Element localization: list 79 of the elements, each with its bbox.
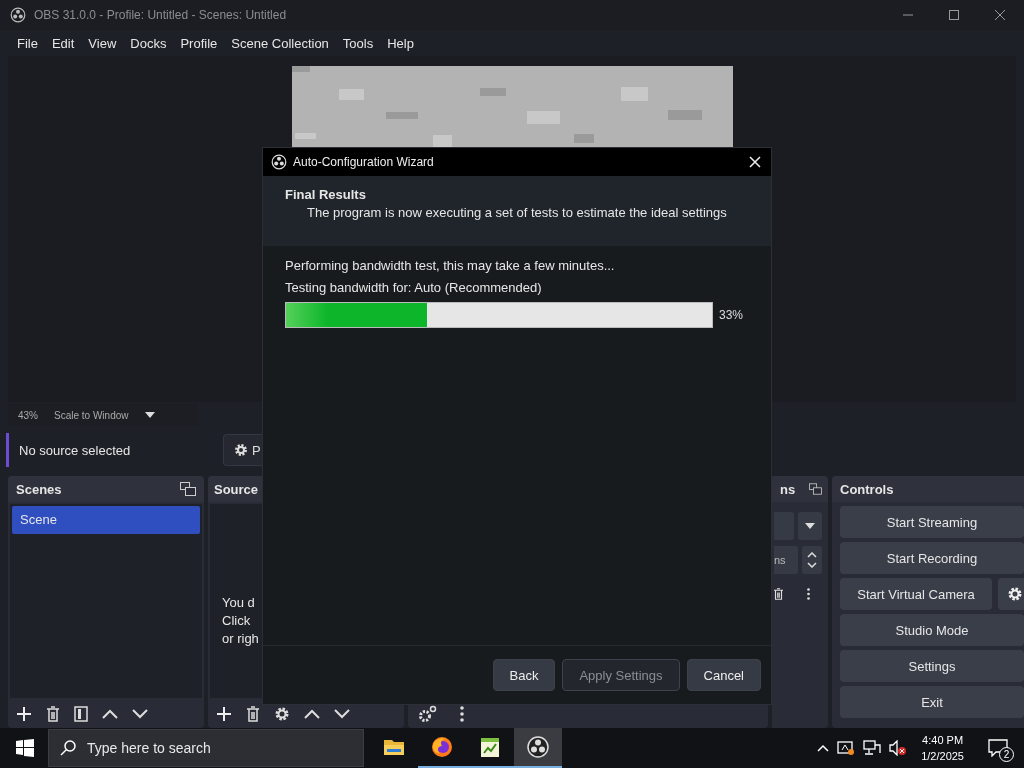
caret-icon [805, 523, 815, 529]
search-icon [59, 739, 77, 757]
menu-item[interactable]: Scene Collection [224, 35, 336, 51]
empty-hint: You d [222, 594, 255, 612]
gears-icon[interactable] [418, 705, 438, 723]
add-icon[interactable] [216, 706, 232, 722]
scale-dropdown[interactable]: Scale to Window [54, 409, 129, 421]
dock-title: Source [214, 481, 259, 497]
menu-item[interactable]: File [10, 35, 45, 51]
search-field[interactable]: Type here to search [48, 729, 364, 767]
trash-icon[interactable] [246, 706, 260, 722]
spin-buttons[interactable] [801, 546, 822, 574]
control-button[interactable]: Exit [840, 686, 1024, 718]
dropdown-button[interactable] [798, 512, 822, 540]
dialog-button[interactable]: Cancel [686, 659, 761, 691]
detail-text: Testing bandwidth for: Auto (Recommended) [285, 280, 543, 295]
logo-icon [271, 154, 287, 170]
control-button[interactable]: Settings [840, 650, 1024, 682]
message-icon [988, 739, 1008, 757]
undock-icon[interactable] [180, 482, 196, 496]
more-icon[interactable] [460, 706, 464, 722]
logo-icon [10, 7, 26, 23]
browser-icon [431, 736, 453, 758]
notifications-button[interactable]: 2 [984, 734, 1012, 762]
dialog-button[interactable]: Back [492, 659, 556, 691]
add-icon[interactable] [16, 706, 32, 722]
gear-icon[interactable] [274, 706, 290, 722]
control-button[interactable]: Start Virtual Camera [840, 578, 992, 610]
dock-title: Scenes [16, 481, 62, 497]
clock-time[interactable]: 4:40 PM [922, 732, 964, 748]
start-icon[interactable] [16, 739, 34, 757]
scene-item[interactable]: Scene [12, 506, 200, 534]
maximize-icon[interactable] [948, 9, 960, 21]
close-icon[interactable] [994, 9, 1006, 21]
undock-icon[interactable] [809, 482, 822, 496]
obs-logo-icon [527, 736, 549, 758]
caret-icon[interactable] [817, 744, 830, 752]
page-subheading: The program is now executing a set of tests to estimate the ideal settings [306, 205, 728, 220]
page-heading: Final Results [285, 187, 367, 202]
empty-hint: Click [222, 612, 251, 630]
dialog-title: Auto-Configuration Wizard [293, 155, 434, 169]
filter-icon[interactable] [74, 706, 88, 722]
window-title: OBS 31.0.0 - Profile: Untitled - Scenes: Untitled [34, 8, 287, 22]
trash-icon[interactable] [774, 586, 783, 602]
zoom-level: 43% [18, 409, 38, 421]
menu-item[interactable]: Help [380, 35, 421, 51]
progress-reading: 33% [719, 308, 744, 322]
settings-button[interactable] [998, 578, 1024, 610]
volume-muted-icon[interactable] [889, 740, 908, 756]
clock-date[interactable]: 1/2/2025 [921, 748, 964, 764]
menu-item[interactable]: View [81, 35, 124, 51]
context-label: No source selected [19, 442, 131, 458]
properties-button[interactable]: P [223, 434, 262, 466]
dock-title: Controls [840, 481, 894, 497]
empty-hint: or righ [222, 630, 259, 648]
more-icon[interactable] [807, 586, 810, 602]
status-text: Performing bandwidth test, this may take a few minutes... [285, 258, 616, 273]
control-button[interactable]: Start Streaming [840, 506, 1024, 538]
menu-item[interactable]: Tools [335, 35, 381, 51]
gear-icon [1007, 586, 1023, 602]
gear-icon [234, 443, 248, 457]
taskbar-button[interactable] [514, 728, 562, 768]
control-button[interactable]: Start Recording [840, 542, 1024, 574]
caret-icon[interactable] [144, 412, 155, 418]
control-button[interactable]: Studio Mode [840, 614, 1024, 646]
dock-title: ns [780, 481, 796, 497]
tray-app-icon[interactable] [837, 740, 856, 756]
menu-item[interactable]: Edit [44, 35, 82, 51]
menu-item[interactable]: Docks [123, 35, 174, 51]
network-icon[interactable] [863, 740, 882, 756]
down-icon[interactable] [334, 709, 350, 719]
chart-document-icon [480, 736, 500, 758]
duration-field[interactable]: ns [774, 546, 798, 574]
folder-icon [383, 737, 405, 757]
trash-icon[interactable] [46, 706, 60, 722]
up-icon[interactable] [102, 709, 118, 719]
down-icon[interactable] [132, 709, 148, 719]
menu-item[interactable]: Profile [173, 35, 225, 51]
up-icon[interactable] [304, 709, 320, 719]
